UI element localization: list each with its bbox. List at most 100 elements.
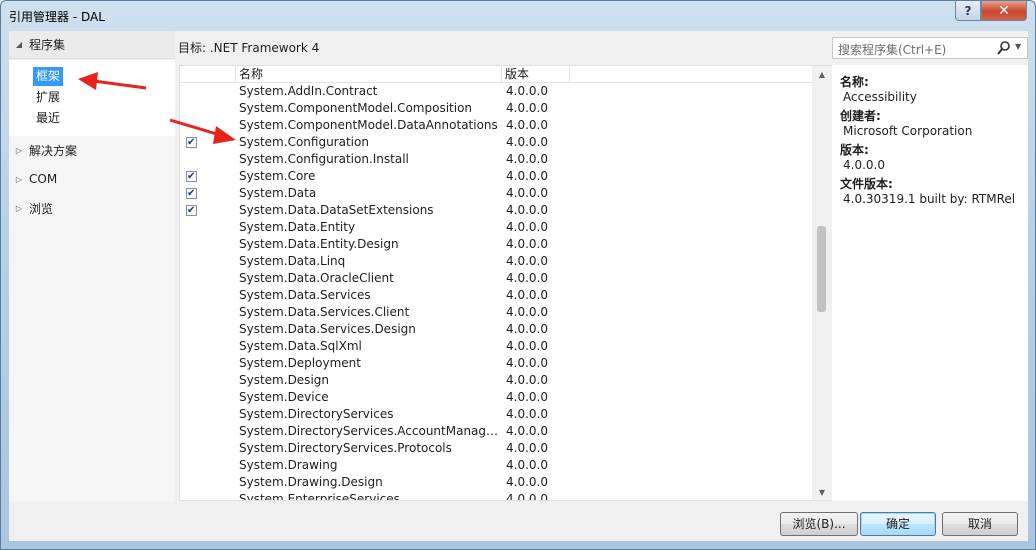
list-row[interactable]: System.Data.Services.Design 4.0.0.0 [180,321,812,338]
assembly-name: System.ComponentModel.Composition [239,101,473,115]
search-input[interactable]: 搜索程序集(Ctrl+E) [838,41,946,58]
details-panel: 名称: Accessibility 创建者: Microsoft Corpora… [832,65,1028,501]
target-framework-label: 目标: .NET Framework 4 [178,41,320,55]
expand-triangle-icon: ▷ [15,174,23,184]
nav-item-recent[interactable]: 最近 [33,109,63,128]
assembly-name: System.Design [239,373,329,387]
assembly-name: System.Data.DataSetExtensions [239,203,434,217]
assembly-version: 4.0.0.0 [506,339,548,353]
assembly-name: System.Configuration.Install [239,152,409,166]
list-row[interactable]: System.Drawing.Design 4.0.0.0 [180,474,812,491]
scroll-thumb[interactable] [817,226,826,312]
nav-group-com[interactable]: ▷ COM [9,165,175,193]
assembly-name: System.Drawing [239,458,338,472]
assembly-version: 4.0.0.0 [506,356,548,370]
list-row[interactable]: System.Data.Services 4.0.0.0 [180,287,812,304]
ok-button[interactable]: 确定 [860,512,936,536]
browse-button[interactable]: 浏览(B)... [780,512,858,536]
nav-group-assemblies[interactable]: ◢ 程序集 [9,31,175,59]
assembly-name: System.Device [239,390,329,404]
assembly-version: 4.0.0.0 [506,118,548,132]
list-row[interactable]: System.Data.Linq 4.0.0.0 [180,253,812,270]
nav-group-browse[interactable]: ▷ 浏览 [9,194,175,222]
list-row[interactable]: System.Data.OracleClient 4.0.0.0 [180,270,812,287]
assembly-version: 4.0.0.0 [506,101,548,115]
assembly-name: System.DirectoryServices.Protocols [239,441,452,455]
assembly-version: 4.0.0.0 [506,186,548,200]
assembly-name: System.Data.SqlXml [239,339,362,353]
row-checkbox[interactable] [186,185,197,202]
assembly-version: 4.0.0.0 [506,305,548,319]
nav-group-label: 解决方案 [29,143,78,158]
column-header-check[interactable] [180,66,236,83]
assembly-version: 4.0.0.0 [506,220,548,234]
assembly-list[interactable]: 名称 版本 System.AddIn.Contract 4.0.0.0 System… [179,65,833,501]
detail-version-label: 版本: [840,143,869,157]
detail-name-label: 名称: [840,75,869,89]
list-row[interactable]: System.Data 4.0.0.0 [180,185,812,202]
nav-group-solution[interactable]: ▷ 解决方案 [9,136,175,164]
assembly-name: System.Configuration [239,135,369,149]
list-row[interactable]: System.Design 4.0.0.0 [180,372,812,389]
search-icon[interactable] [997,40,1011,56]
assembly-version: 4.0.0.0 [506,441,548,455]
detail-creator-value: Microsoft Corporation [843,124,973,138]
scroll-up-icon[interactable]: ▲ [812,66,832,82]
detail-name-value: Accessibility [843,90,917,104]
expand-triangle-icon: ▷ [15,145,23,155]
assembly-name: System.Deployment [239,356,361,370]
assembly-version: 4.0.0.0 [506,373,548,387]
scroll-down-icon[interactable]: ▼ [812,484,832,500]
row-checkbox[interactable] [186,202,197,219]
assembly-version: 4.0.0.0 [506,152,548,166]
list-rows: System.AddIn.Contract 4.0.0.0 System.Compo… [180,83,812,500]
list-row[interactable]: System.EnterpriseServices 4.0.0.0 [180,491,812,500]
list-row[interactable]: System.Data.SqlXml 4.0.0.0 [180,338,812,355]
list-row[interactable]: System.Data.Entity.Design 4.0.0.0 [180,236,812,253]
list-row[interactable]: System.ComponentModel.DataAnnotations 4.0… [180,117,812,134]
cancel-button[interactable]: 取消 [942,512,1018,536]
search-box[interactable]: 搜索程序集(Ctrl+E) ▼ [832,37,1028,59]
assembly-name: System.AddIn.Contract [239,84,378,98]
assembly-version: 4.0.0.0 [506,424,548,438]
nav-assemblies-subitems: 框架 扩展 最近 [9,60,175,136]
window-title: 引用管理器 - DAL [9,10,105,24]
list-row[interactable]: System.Data.Services.Client 4.0.0.0 [180,304,812,321]
nav-group-label: 程序集 [29,38,66,52]
list-row[interactable]: System.DirectoryServices.AccountManage..… [180,423,812,440]
assembly-name: System.Data.Services.Client [239,305,410,319]
list-row[interactable]: System.Configuration.Install 4.0.0.0 [180,151,812,168]
detail-creator-label: 创建者: [840,109,881,123]
row-checkbox[interactable] [186,168,197,185]
title-bar[interactable]: 引用管理器 - DAL ? ✕ [1,1,1035,31]
close-button[interactable]: ✕ [981,1,1027,21]
detail-file-version-value: 4.0.30319.1 built by: RTMRel [843,192,1016,206]
list-row[interactable]: System.DirectoryServices 4.0.0.0 [180,406,812,423]
list-row[interactable]: System.Configuration 4.0.0.0 [180,134,812,151]
list-row[interactable]: System.Deployment 4.0.0.0 [180,355,812,372]
assembly-name: System.Data.Entity.Design [239,237,399,251]
list-row[interactable]: System.DirectoryServices.Protocols 4.0.0.… [180,440,812,457]
help-button[interactable]: ? [955,1,981,21]
column-header-name[interactable]: 名称 [236,66,502,83]
vertical-scrollbar[interactable]: ▲ ▼ [812,66,832,500]
list-row[interactable]: System.Drawing 4.0.0.0 [180,457,812,474]
column-header-version[interactable]: 版本 [502,66,570,83]
list-row[interactable]: System.Device 4.0.0.0 [180,389,812,406]
list-row[interactable]: System.ComponentModel.Composition 4.0.0.0 [180,100,812,117]
expand-triangle-icon: ▷ [15,203,23,213]
detail-file-version-label: 文件版本: [840,177,893,191]
list-row[interactable]: System.Data.DataSetExtensions 4.0.0.0 [180,202,812,219]
chevron-down-icon[interactable]: ▼ [1015,42,1021,51]
list-row[interactable]: System.AddIn.Contract 4.0.0.0 [180,83,812,100]
assembly-version: 4.0.0.0 [506,169,548,183]
row-checkbox[interactable] [186,134,197,151]
assembly-name: System.ComponentModel.DataAnnotations [239,118,498,132]
assembly-version: 4.0.0.0 [506,407,548,421]
nav-item-framework[interactable]: 框架 [33,67,64,86]
list-row[interactable]: System.Data.Entity 4.0.0.0 [180,219,812,236]
nav-item-extensions[interactable]: 扩展 [33,88,63,107]
collapse-triangle-icon: ◢ [15,40,23,49]
list-row[interactable]: System.Core 4.0.0.0 [180,168,812,185]
assembly-name: System.Data.Services.Design [239,322,416,336]
